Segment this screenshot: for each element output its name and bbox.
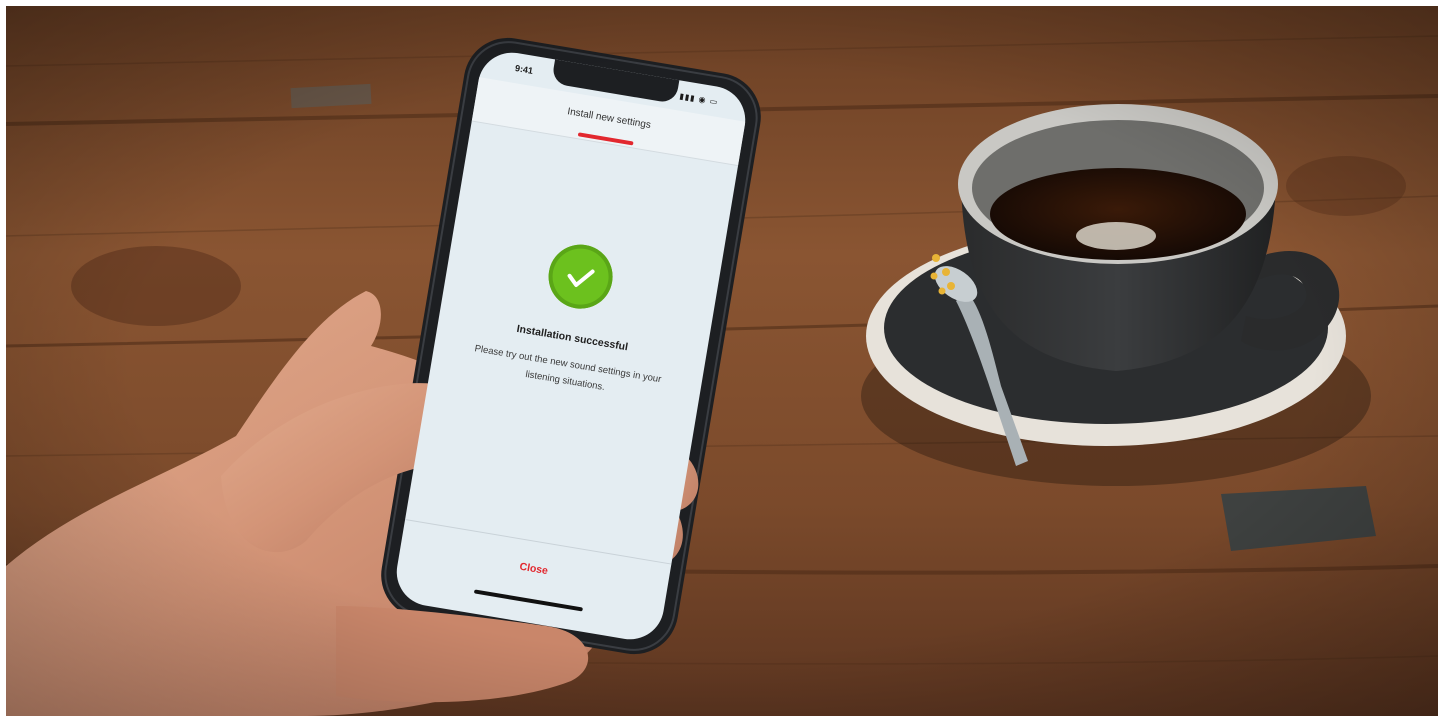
close-button[interactable]: Close [397,527,670,611]
photo-frame: 9:41 ▮▮▮ ◉ ▭ Install new settings Instal… [6,6,1438,716]
signal-wifi-battery-icons: ▮▮▮ ◉ ▭ [678,91,719,107]
status-time: 9:41 [514,63,534,76]
progress-indicator [577,132,634,146]
checkmark-circle-icon [543,239,618,314]
